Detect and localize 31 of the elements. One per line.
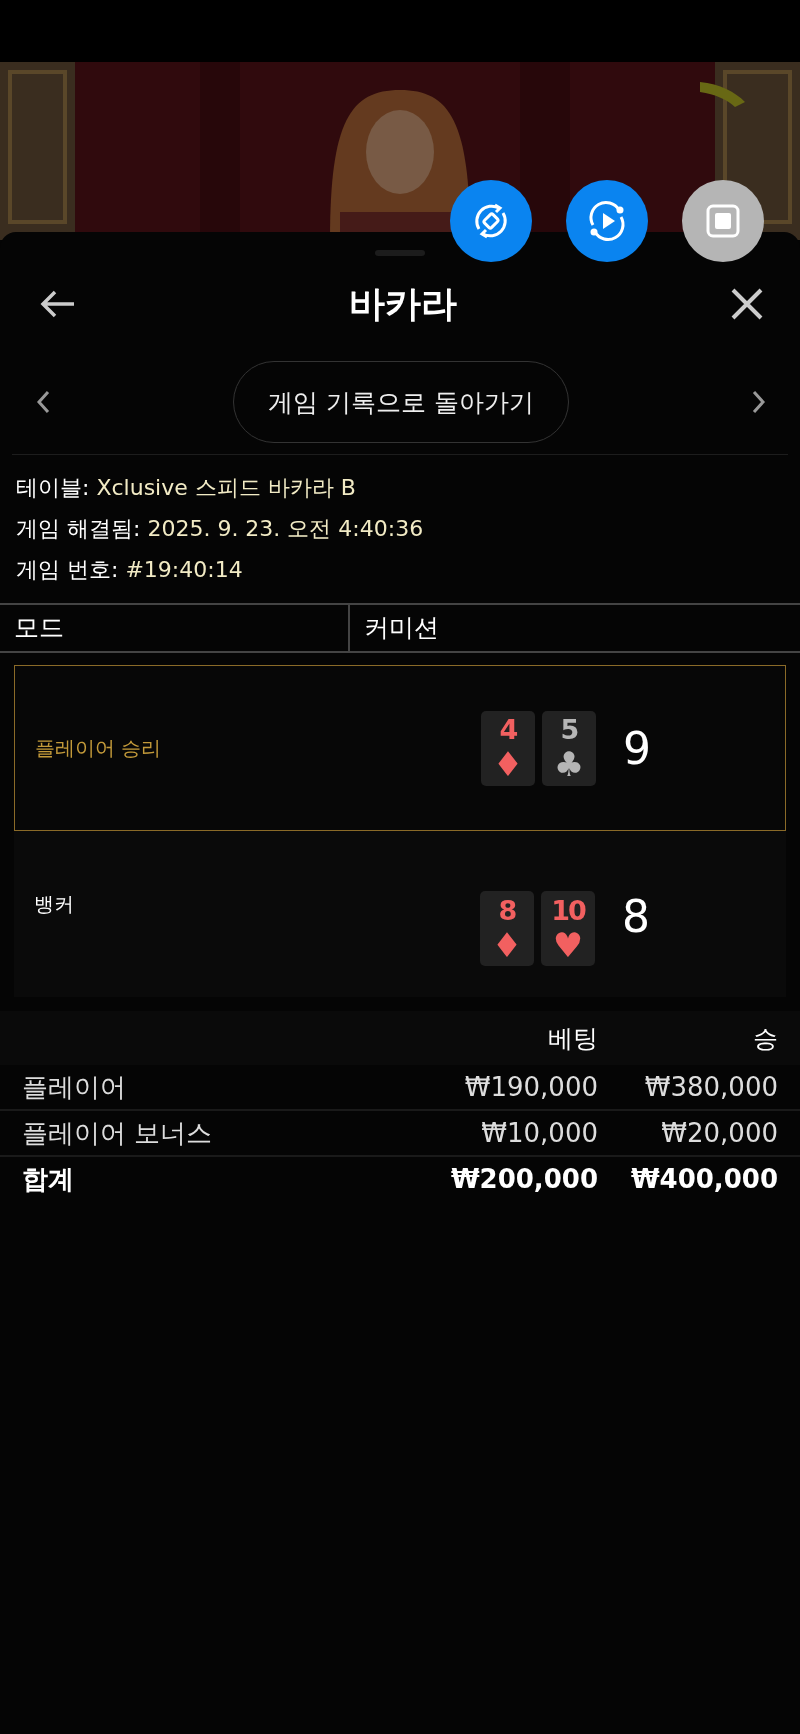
- table-cell-text: 합계: [22, 1162, 75, 1196]
- hand-score: 9: [623, 722, 651, 774]
- table-cell-text: 플레이어: [22, 1070, 127, 1104]
- info-line: 게임 해결됨: 2025. 9. 23. 오전 4:40:36: [16, 515, 425, 543]
- playing-card: 10 ♥: [541, 891, 595, 966]
- back-to-history-button[interactable]: 게임 기록으로 돌아가기: [233, 361, 569, 443]
- table-cell-text: ₩20,000: [660, 1118, 778, 1148]
- close-icon[interactable]: [730, 287, 764, 321]
- hand-label: 플레이어 승리: [35, 734, 163, 762]
- stop-icon: [706, 204, 740, 238]
- table-cell-text: 플레이어 보너스: [22, 1116, 214, 1150]
- table-cell-text: ₩190,000: [463, 1072, 598, 1102]
- playing-card: 5 ♣: [542, 710, 596, 786]
- playing-card: 4 ♦: [481, 710, 535, 786]
- info-line: 게임 번호: #19:40:14: [16, 556, 244, 584]
- table-cell-text: ₩200,000: [449, 1164, 598, 1194]
- hand-score: 8: [622, 891, 650, 942]
- playing-card: 8 ♦: [480, 891, 534, 966]
- dialog-title: 바카라: [349, 281, 457, 326]
- chevron-left-icon[interactable]: [36, 390, 50, 414]
- info-line: 테이블: Xclusive 스피드 바카라 B: [16, 474, 357, 502]
- table-header: 커미션: [348, 605, 800, 651]
- back-arrow-icon[interactable]: [40, 290, 76, 318]
- hand-label: 뱅커: [34, 891, 75, 918]
- table-cell-text: ₩400,000: [629, 1164, 778, 1194]
- column-header: 승: [752, 1022, 778, 1055]
- table-header: 모드: [13, 612, 65, 644]
- table-cell-text: ₩380,000: [643, 1072, 778, 1102]
- chevron-right-icon[interactable]: [752, 390, 766, 414]
- column-header: 베팅: [547, 1022, 598, 1055]
- table-cell-text: ₩10,000: [480, 1118, 598, 1148]
